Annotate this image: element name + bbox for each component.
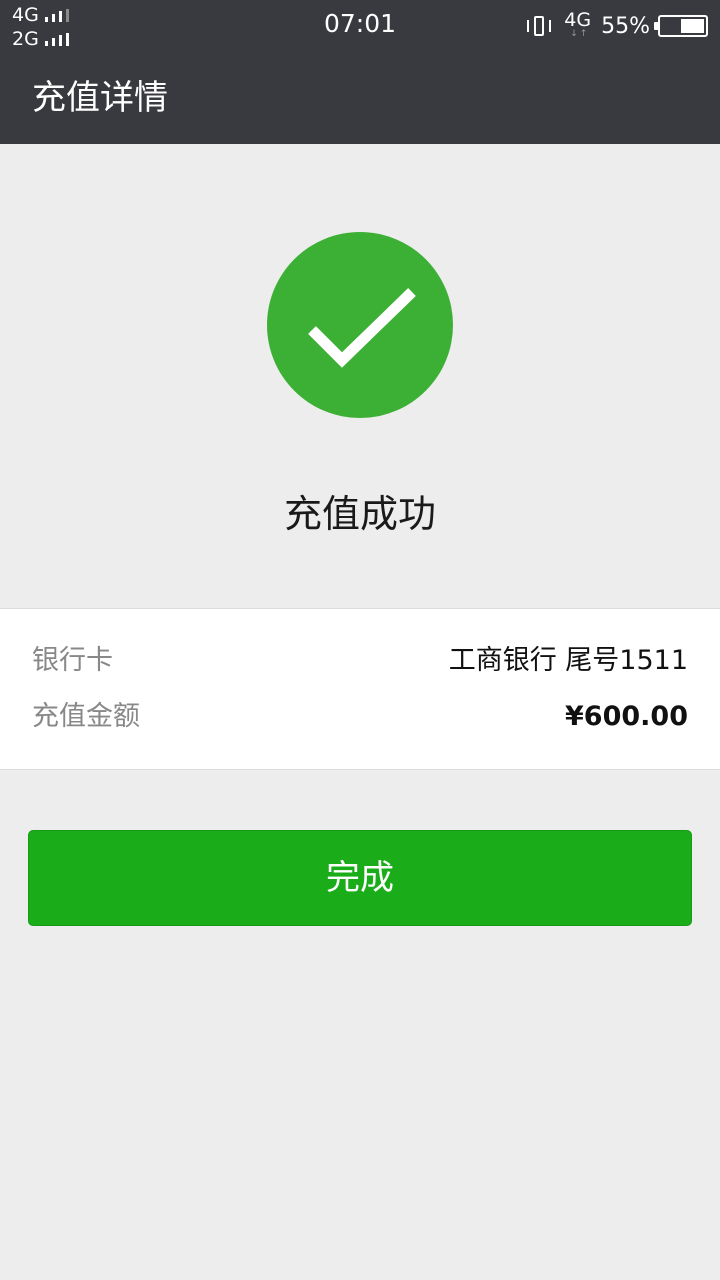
battery-percent: 55% [601,13,650,39]
done-button[interactable]: 完成 [28,830,692,926]
amount-value: ¥600.00 [565,701,688,732]
checkmark-icon [308,288,416,368]
data-network-label: 4G [564,9,592,31]
check-circle-icon [267,232,453,418]
battery-level [681,19,704,33]
app-header: 充值详情 [0,52,720,144]
data-network-indicator: 4G ↓↑ [564,9,592,39]
success-message: 充值成功 [283,492,436,536]
bank-card-label: 银行卡 [32,645,113,676]
amount-row: 充值金额 ¥600.00 [32,697,688,737]
status-right: 4G ↓↑ 55% [526,6,708,46]
bank-card-value: 工商银行 尾号1511 [448,645,688,676]
status-bar: 4G 2G 07:01 4G ↓↑ 55% [0,0,720,52]
battery-icon [654,15,708,37]
amount-label: 充值金额 [32,701,140,732]
recharge-details-card: 银行卡 工商银行 尾号1511 充值金额 ¥600.00 [0,608,720,770]
bank-card-row: 银行卡 工商银行 尾号1511 [32,641,688,681]
page-title: 充值详情 [32,78,168,118]
vibrate-icon [526,14,552,38]
data-activity-icon: ↓↑ [570,29,590,39]
